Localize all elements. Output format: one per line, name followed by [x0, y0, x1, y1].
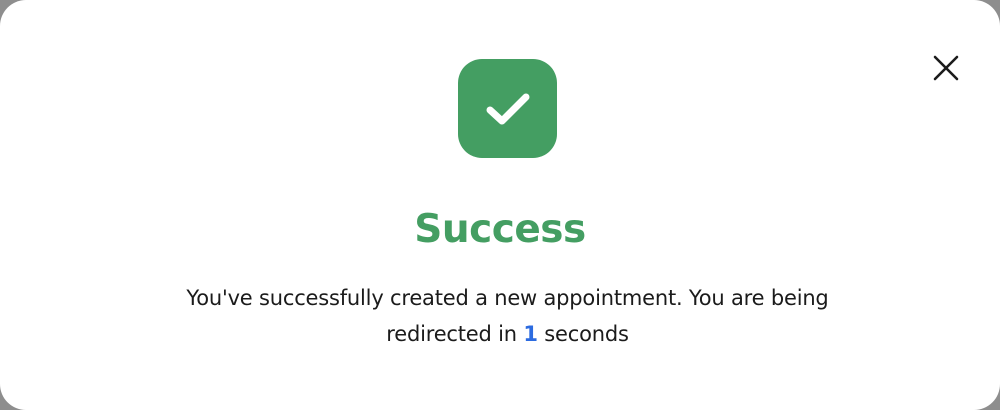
success-dialog: Success You've successfully created a ne… [0, 0, 1000, 410]
checkmark-icon [486, 93, 529, 124]
close-icon [933, 55, 959, 81]
dialog-message: You've successfully created a new appoin… [150, 280, 865, 352]
message-unit: seconds [544, 322, 629, 346]
dialog-title: Success [414, 207, 586, 252]
countdown-value: 1 [523, 322, 538, 346]
message-text: You've successfully created a new appoin… [186, 286, 829, 346]
success-badge [458, 59, 557, 158]
close-button[interactable] [926, 48, 966, 88]
